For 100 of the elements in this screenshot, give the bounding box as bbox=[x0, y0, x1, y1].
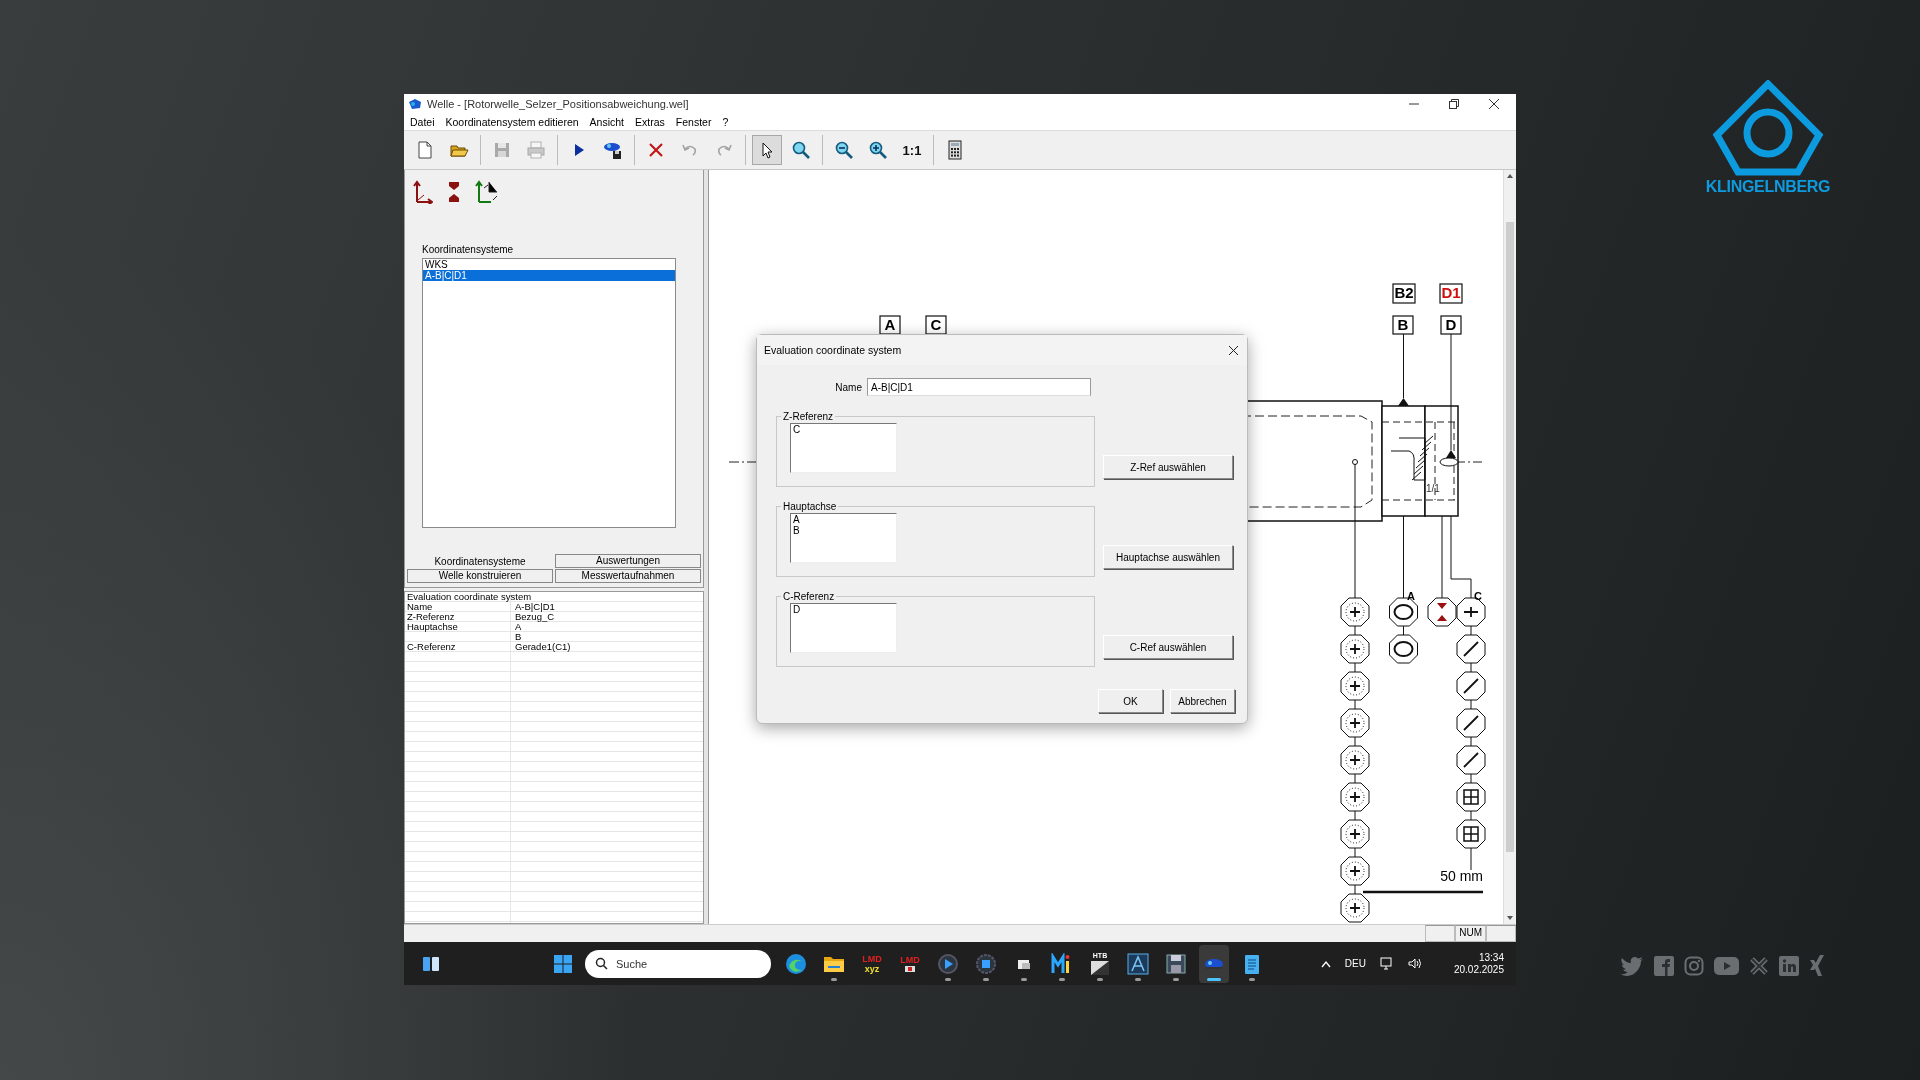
bird-icon[interactable] bbox=[1620, 956, 1644, 976]
property-name: Name bbox=[407, 601, 433, 612]
facebook-icon[interactable] bbox=[1654, 956, 1674, 976]
taskbar-app[interactable] bbox=[1199, 944, 1229, 983]
datum-label: A bbox=[879, 315, 901, 335]
list-item[interactable]: A-B|C|D1 bbox=[423, 270, 675, 281]
datum-label: B2 bbox=[1392, 283, 1416, 304]
search-field[interactable]: Suche bbox=[585, 949, 771, 978]
ok-button[interactable]: OK bbox=[1098, 689, 1163, 713]
measure-point-icon bbox=[1340, 671, 1370, 701]
datum-label: C bbox=[925, 315, 947, 335]
stop-icon bbox=[975, 952, 997, 975]
video-play-icon[interactable] bbox=[1714, 957, 1739, 975]
triangles-icon bbox=[1427, 597, 1457, 627]
close-icon[interactable] bbox=[1488, 98, 1500, 110]
property-name: C-Referenz bbox=[407, 641, 456, 652]
search-icon bbox=[791, 140, 811, 160]
brand-name: KLINGELNBERG bbox=[1705, 178, 1831, 196]
select-button[interactable]: C-Ref auswählen bbox=[1103, 635, 1233, 659]
roundness-icon bbox=[1389, 634, 1418, 664]
screen-icon bbox=[904, 964, 916, 973]
name-field[interactable]: A-B|C|D1 bbox=[867, 378, 1091, 396]
machine-icon bbox=[603, 140, 623, 160]
column-label: A bbox=[1407, 590, 1415, 602]
printer-icon bbox=[526, 140, 546, 160]
grid-icon bbox=[1456, 819, 1486, 849]
axis-icon[interactable] bbox=[413, 180, 433, 204]
measure-point-icon bbox=[1340, 782, 1370, 812]
datum-label: D1 bbox=[1439, 283, 1463, 304]
zoom-out-icon bbox=[834, 140, 854, 160]
menu-item[interactable]: Koordinatensystem editieren bbox=[445, 116, 579, 128]
straightness-icon bbox=[1456, 745, 1486, 775]
list-item[interactable]: C bbox=[793, 424, 896, 435]
play-icon bbox=[937, 952, 959, 975]
xing-icon[interactable] bbox=[1809, 955, 1825, 977]
select-button[interactable]: Hauptachse auswählen bbox=[1103, 545, 1233, 569]
restore-icon[interactable] bbox=[1448, 98, 1460, 110]
num-indicator: NUM bbox=[1455, 925, 1486, 942]
property-header: Evaluation coordinate system bbox=[406, 592, 532, 602]
tab[interactable]: Auswertungen bbox=[555, 554, 701, 568]
list-item[interactable]: D bbox=[793, 604, 896, 615]
group-label: C-Referenz bbox=[782, 591, 836, 602]
window-title: Welle - [Rotorwelle_Selzer_Positionsabweichung.wel] bbox=[427, 98, 690, 110]
linkedin-icon[interactable] bbox=[1779, 956, 1799, 976]
property-name: Z-Referenz bbox=[407, 611, 455, 622]
taskbar-app[interactable]: LMD xyz bbox=[857, 944, 887, 983]
volume-icon[interactable] bbox=[1407, 957, 1422, 970]
close-icon[interactable] bbox=[1228, 344, 1239, 356]
select-button[interactable]: Z-Ref auswählen bbox=[1103, 455, 1233, 479]
list-item[interactable]: WKS bbox=[423, 259, 675, 270]
axes-icon[interactable] bbox=[475, 180, 499, 204]
actual-size-button[interactable]: 1:1 bbox=[897, 135, 927, 165]
property-value: B bbox=[515, 631, 522, 642]
scroll-thumb[interactable] bbox=[1506, 222, 1514, 852]
cancel-button[interactable]: Abbrechen bbox=[1170, 689, 1235, 713]
group-label: Z-Referenz bbox=[782, 411, 834, 422]
start-icon[interactable] bbox=[553, 953, 573, 974]
straightness-icon bbox=[1456, 634, 1486, 664]
measure-point-icon bbox=[1340, 856, 1370, 886]
column-label: C bbox=[1474, 590, 1482, 602]
page-icon bbox=[415, 140, 435, 160]
menu-item[interactable]: Ansicht bbox=[589, 116, 625, 128]
measure-point-icon bbox=[1340, 745, 1370, 775]
measure-point-icon bbox=[1340, 708, 1370, 738]
property-name: Hauptachse bbox=[407, 621, 458, 632]
measure-point-icon bbox=[1340, 819, 1370, 849]
property-value: Bezug_C bbox=[515, 611, 555, 622]
name-label: Name bbox=[834, 381, 863, 393]
cross-icon[interactable] bbox=[1749, 956, 1769, 976]
tab[interactable]: Messwertaufnahmen bbox=[555, 569, 701, 583]
dialog-title: Evaluation coordinate system bbox=[764, 344, 902, 356]
app-label: xyz bbox=[864, 963, 880, 974]
menu-item[interactable]: Fenster bbox=[675, 116, 712, 128]
vertical-scrollbar[interactable] bbox=[1503, 170, 1516, 924]
tab[interactable]: Welle konstruieren bbox=[407, 569, 553, 583]
language-indicator[interactable]: DEU bbox=[1344, 958, 1366, 969]
app-label: LMD bbox=[862, 953, 882, 964]
logo-icon bbox=[1711, 80, 1825, 176]
straightness-icon bbox=[1456, 671, 1486, 701]
property-value: A bbox=[515, 621, 522, 632]
pointer-button[interactable] bbox=[752, 135, 782, 165]
widgets-icon[interactable] bbox=[422, 954, 440, 973]
section-label: 1/1 bbox=[1426, 483, 1440, 494]
chevron-up-icon[interactable] bbox=[1320, 959, 1331, 968]
property-value: Gerade1(C1) bbox=[515, 641, 571, 652]
property-value: A-B|C|D1 bbox=[515, 601, 555, 612]
network-icon[interactable] bbox=[1379, 957, 1394, 970]
clock[interactable]: 13:34 20.02.2025 bbox=[1453, 951, 1504, 976]
app-label: LMD bbox=[900, 954, 920, 965]
calculator-icon bbox=[945, 140, 965, 160]
list-label: Koordinatensysteme bbox=[422, 244, 515, 255]
menu-item[interactable]: Extras bbox=[635, 116, 665, 128]
instagram-icon[interactable] bbox=[1684, 956, 1704, 976]
menu-item[interactable]: Datei bbox=[410, 116, 435, 128]
list-item[interactable]: B bbox=[793, 525, 896, 536]
measure-point-icon bbox=[1340, 597, 1370, 627]
datum-label: D bbox=[1440, 315, 1462, 335]
list-item[interactable]: A bbox=[793, 514, 896, 525]
menu-item[interactable]: ? bbox=[722, 116, 729, 128]
triangles-icon[interactable] bbox=[447, 180, 461, 204]
